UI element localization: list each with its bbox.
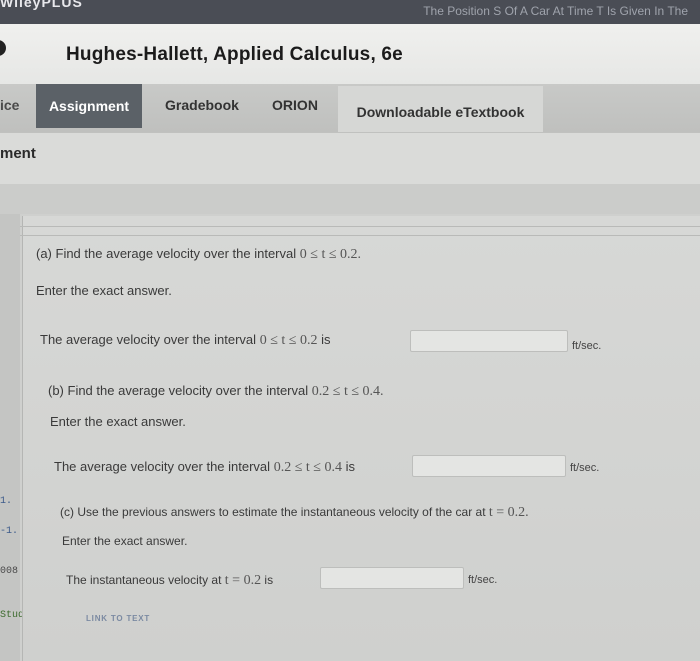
part-c-answer-input[interactable] — [320, 567, 464, 589]
menu-circle-icon[interactable] — [0, 40, 6, 56]
divider — [20, 226, 700, 236]
course-title: Hughes-Hallett, Applied Calculus, 6e — [66, 44, 403, 65]
part-a-instruction: Enter the exact answer. — [36, 283, 172, 298]
sidebar-item-1[interactable]: 1. — [0, 496, 12, 507]
section-header: ment — [0, 132, 700, 185]
section-title: ment — [0, 145, 36, 162]
sidebar-item-2[interactable]: -1. — [0, 526, 18, 537]
browser-tab-bar: WileyPLUS The Position S Of A Car At Tim… — [0, 0, 700, 24]
part-c-answer-label: The instantaneous velocity at t = 0.2 is — [66, 573, 274, 588]
sidebar — [0, 214, 20, 661]
link-to-text[interactable]: LINK TO TEXT — [86, 614, 150, 623]
part-a-answer-label: The average velocity over the interval 0… — [40, 332, 331, 348]
part-a-answer-input[interactable] — [410, 330, 568, 352]
nav-tab-orion[interactable]: ORION — [260, 84, 330, 126]
nav-tab-previous[interactable]: ice — [0, 84, 36, 126]
sidebar-item-3[interactable]: 008 — [0, 566, 18, 577]
browser-tab-title[interactable]: The Position S Of A Car At Time T Is Giv… — [423, 4, 688, 18]
part-b-answer-label: The average velocity over the interval 0… — [54, 459, 355, 475]
part-c-instruction: Enter the exact answer. — [62, 534, 188, 548]
nav-tab-gradebook[interactable]: Gradebook — [152, 84, 252, 126]
part-b-unit: ft/sec. — [570, 462, 600, 474]
part-c-unit: ft/sec. — [468, 574, 498, 586]
nav-tab-etextbook[interactable]: Downloadable eTextbook — [338, 86, 543, 138]
part-b-answer-input[interactable] — [412, 455, 566, 477]
spacer — [0, 184, 700, 214]
part-a-unit: ft/sec. — [572, 340, 602, 352]
part-b-instruction: Enter the exact answer. — [50, 414, 186, 429]
nav-tab-assignment[interactable]: Assignment — [36, 84, 142, 128]
part-b-prompt: (b) Find the average velocity over the i… — [48, 383, 384, 399]
part-c-prompt: (c) Use the previous answers to estimate… — [60, 505, 529, 520]
brand-logo: WileyPLUS — [0, 0, 83, 10]
main-nav: ice Assignment Gradebook ORION Downloada… — [0, 84, 700, 138]
course-header: Hughes-Hallett, Applied Calculus, 6e — [0, 24, 700, 84]
part-a-prompt: (a) Find the average velocity over the i… — [36, 246, 362, 262]
